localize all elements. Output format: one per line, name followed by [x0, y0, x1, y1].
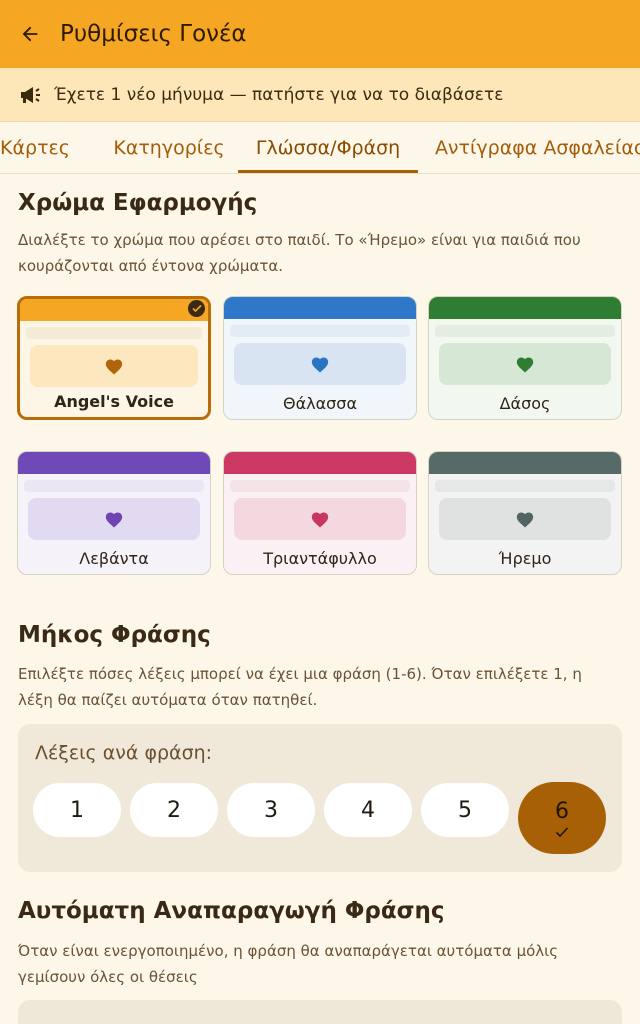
theme-preview-bar [18, 452, 210, 474]
check-icon [555, 826, 569, 837]
tab-language-phrase[interactable]: Γλώσσα/Φράση [238, 122, 418, 173]
phrase-length-title: Μήκος Φράσης [18, 622, 211, 648]
theme-label: Λεβάντα [79, 549, 149, 568]
tab-bar: Κάρτες Κατηγορίες Γλώσσα/Φράση Αντίγραφα… [0, 122, 640, 174]
tab-backups[interactable]: Αντίγραφα Ασφαλείας [426, 122, 640, 173]
banner-text: Έχετε 1 νέο μήνυμα — πατήστε για να το δ… [54, 84, 504, 105]
theme-preview-line [24, 480, 204, 492]
app-color-title: Χρώμα Εφαρμογής [18, 190, 258, 216]
app-bar: Ρυθμίσεις Γονέα [0, 0, 640, 68]
page-title: Ρυθμίσεις Γονέα [60, 21, 247, 47]
word-count-option-1[interactable]: 1 [33, 783, 121, 837]
words-per-phrase-label: Λέξεις ανά φράση: [35, 742, 213, 764]
megaphone-icon [16, 81, 44, 109]
theme-label: Τριαντάφυλλο [263, 549, 377, 568]
theme-label: Ήρεμο [498, 549, 552, 568]
selected-check-icon [188, 300, 205, 317]
theme-card-calm[interactable]: Ήρεμο [428, 451, 622, 575]
theme-label: Angel's Voice [54, 392, 174, 411]
arrow-left-icon [22, 26, 38, 42]
theme-label: Θάλασσα [283, 394, 357, 413]
app-color-description: Διαλέξτε το χρώμα που αρέσει στο παιδί. … [18, 231, 581, 275]
theme-preview-bar [224, 297, 416, 319]
heart-icon [311, 357, 329, 373]
tab-cards[interactable]: Κάρτες [0, 122, 76, 173]
theme-preview-bar [429, 452, 621, 474]
auto-play-title: Αυτόματη Αναπαραγωγή Φράσης [18, 898, 445, 924]
auto-play-panel [18, 1000, 622, 1024]
theme-preview-bar [20, 299, 208, 321]
word-count-option-2[interactable]: 2 [130, 783, 218, 837]
theme-card-rose[interactable]: Τριαντάφυλλο [223, 451, 417, 575]
auto-play-description: Όταν είναι ενεργοποιημένο, η φράση θα αν… [18, 942, 559, 986]
back-button[interactable] [0, 0, 60, 68]
theme-preview-line [230, 480, 410, 492]
theme-preview-line [230, 325, 410, 337]
theme-preview-line [26, 327, 202, 339]
theme-preview-box [439, 343, 611, 385]
theme-preview-bar [224, 452, 416, 474]
theme-preview-box [439, 498, 611, 540]
theme-preview-box [30, 345, 198, 387]
theme-card-sea[interactable]: Θάλασσα [223, 296, 417, 420]
theme-preview-bar [429, 297, 621, 319]
theme-card-angels-voice[interactable]: Angel's Voice [17, 296, 211, 420]
tab-categories[interactable]: Κατηγορίες [100, 122, 238, 173]
theme-card-forest[interactable]: Δάσος [428, 296, 622, 420]
theme-preview-line [435, 480, 615, 492]
word-count-option-5[interactable]: 5 [421, 783, 509, 837]
heart-icon [105, 359, 123, 375]
theme-label: Δάσος [499, 394, 551, 413]
word-count-option-6[interactable]: 6 [518, 782, 606, 854]
theme-preview-line [435, 325, 615, 337]
heart-icon [311, 512, 329, 528]
word-count-option-3[interactable]: 3 [227, 783, 315, 837]
word-count-option-label: 6 [555, 798, 569, 824]
heart-icon [516, 512, 534, 528]
phrase-length-description: Επιλέξτε πόσες λέξεις μπορεί να έχει μια… [18, 665, 582, 709]
message-banner[interactable]: Έχετε 1 νέο μήνυμα — πατήστε για να το δ… [0, 68, 640, 122]
theme-preview-box [234, 498, 406, 540]
theme-card-lavender[interactable]: Λεβάντα [17, 451, 211, 575]
word-count-option-4[interactable]: 4 [324, 783, 412, 837]
words-per-phrase-panel: Λέξεις ανά φράση: 1 2 3 4 5 6 [18, 724, 622, 872]
theme-preview-box [234, 343, 406, 385]
heart-icon [516, 357, 534, 373]
heart-icon [105, 512, 123, 528]
theme-preview-box [28, 498, 200, 540]
